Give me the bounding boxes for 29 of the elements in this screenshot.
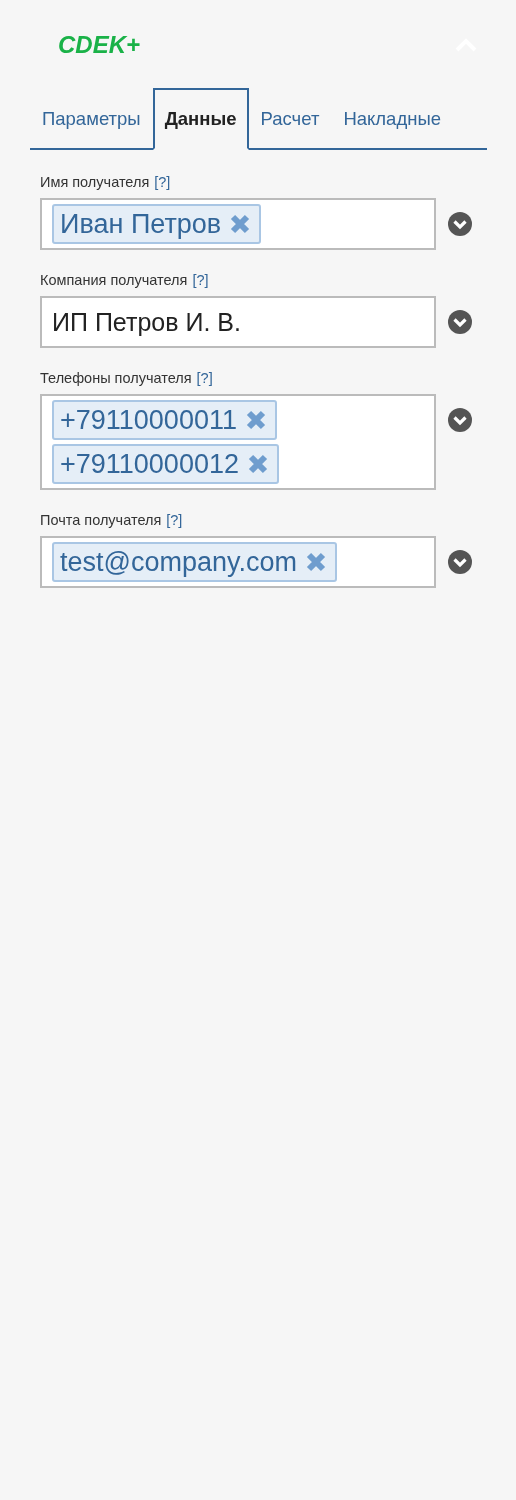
- tag-input-field[interactable]: +79110000011 +79110000012: [40, 394, 436, 490]
- dropdown-icon[interactable]: [448, 408, 472, 432]
- input-field[interactable]: ИП Петров И. В.: [40, 296, 436, 348]
- tab[interactable]: Накладные: [331, 88, 453, 150]
- tag-text: test@company.com: [60, 546, 297, 578]
- dropdown-icon[interactable]: [448, 310, 472, 334]
- dropdown-icon[interactable]: [448, 550, 472, 574]
- field-label: Имя получателя: [40, 174, 150, 190]
- remove-icon[interactable]: [305, 551, 327, 573]
- tag-text: +79110000011: [60, 404, 237, 436]
- help-link[interactable]: [?]: [154, 174, 171, 190]
- tag-input-field[interactable]: Иван Петров: [40, 198, 436, 250]
- field-label: Почта получателя: [40, 512, 162, 528]
- help-link[interactable]: [?]: [166, 512, 183, 528]
- remove-icon[interactable]: [229, 213, 252, 235]
- tag-text: +79110000012: [60, 448, 239, 480]
- remove-icon[interactable]: [244, 409, 267, 431]
- tag-input-field[interactable]: test@company.com: [40, 536, 436, 588]
- tab[interactable]: Расчет: [248, 88, 332, 150]
- field-label: Телефоны получателя: [40, 370, 192, 386]
- dropdown-icon[interactable]: [448, 212, 472, 236]
- logo: CDEK+: [58, 31, 141, 59]
- help-link[interactable]: [?]: [192, 272, 209, 288]
- tab[interactable]: Параметры: [30, 88, 153, 150]
- remove-icon[interactable]: [246, 453, 269, 475]
- help-link[interactable]: [?]: [196, 370, 213, 386]
- tab[interactable]: Данные: [152, 88, 249, 150]
- tag-text: Иван Петров: [60, 208, 222, 240]
- field-label: Компания получателя: [40, 272, 188, 288]
